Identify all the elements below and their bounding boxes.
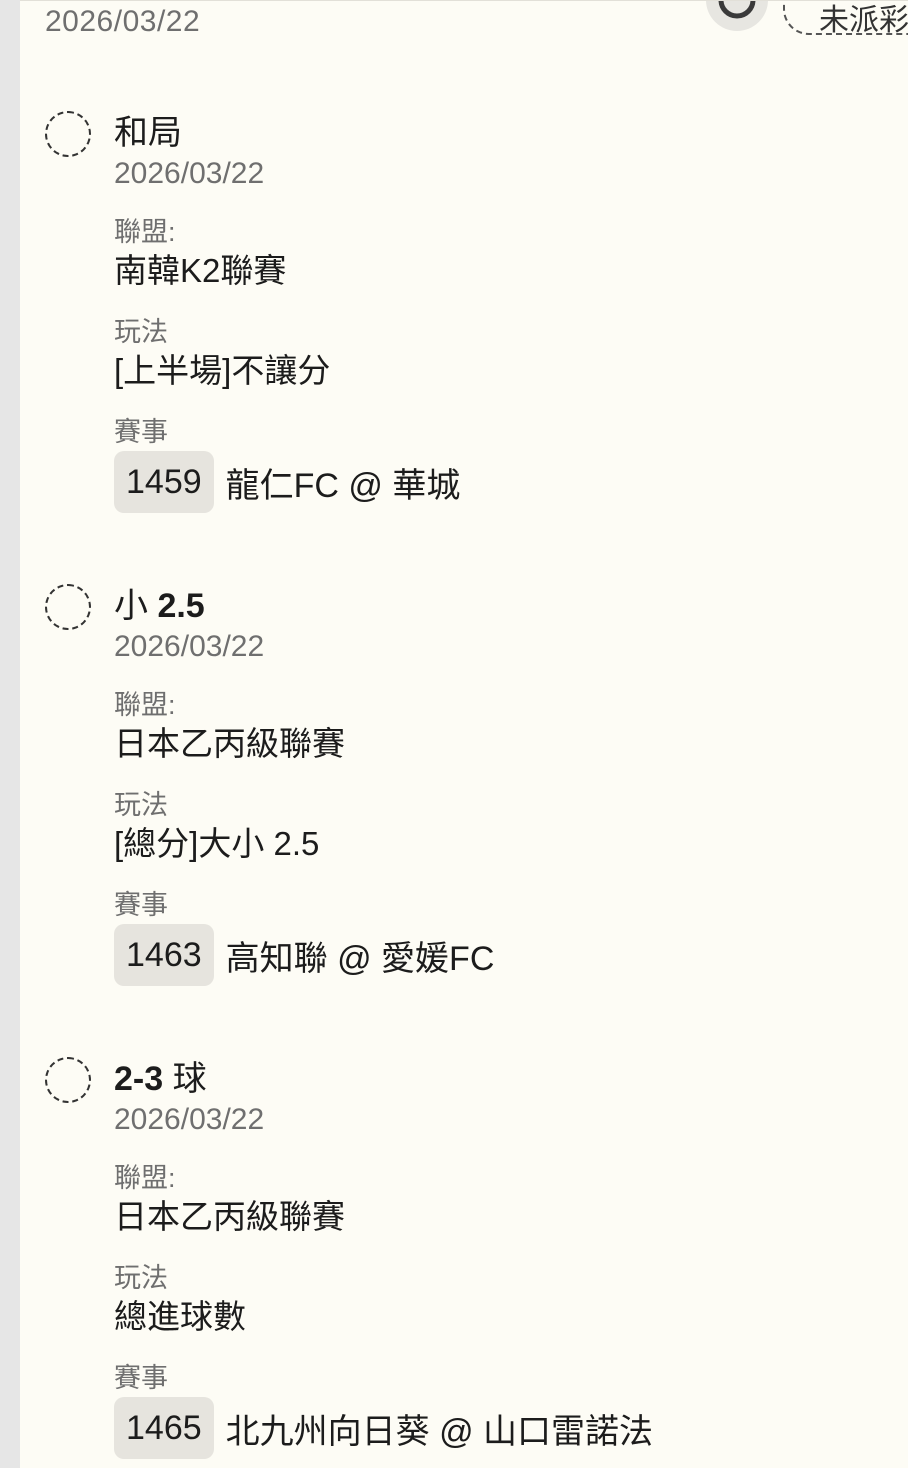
league-label: 聯盟: bbox=[114, 690, 176, 720]
select-radio[interactable] bbox=[45, 1057, 91, 1103]
select-radio[interactable] bbox=[45, 111, 91, 157]
bet-entry: 和局 2026/03/22 聯盟: 南韓K2聯賽 玩法 [上半場]不讓分 賽事 … bbox=[20, 111, 908, 581]
selection-text: 球 bbox=[163, 1060, 207, 1098]
selection-text: 小 bbox=[114, 587, 158, 625]
bet-entry: 小 2.5 2026/03/22 聯盟: 日本乙丙級聯賽 玩法 [總分]大小 2… bbox=[20, 584, 908, 1054]
selection-number: 2.5 bbox=[157, 587, 205, 625]
match-label: 賽事 bbox=[114, 1363, 168, 1393]
refresh-button[interactable] bbox=[706, 1, 768, 31]
selection-text: 和局 bbox=[114, 114, 182, 152]
bet-entry-content: 和局 2026/03/22 聯盟: 南韓K2聯賽 玩法 [上半場]不讓分 賽事 … bbox=[114, 111, 460, 513]
play-value: [上半場]不讓分 bbox=[114, 352, 331, 389]
play-value: [總分]大小 2.5 bbox=[114, 825, 320, 862]
bet-entry: 2-3 球 2026/03/22 聯盟: 日本乙丙級聯賽 玩法 總進球數 賽事 … bbox=[20, 1057, 908, 1468]
play-label: 玩法 bbox=[114, 317, 168, 347]
league-value: 南韓K2聯賽 bbox=[114, 252, 287, 289]
bet-history-page: 2026/03/22 未派彩 和局 2026/03/22 聯盟: 南韓K2聯賽 … bbox=[20, 0, 908, 1468]
match-name: 高知聯 @ 愛媛FC bbox=[225, 939, 495, 978]
bet-selection: 和局 bbox=[114, 111, 460, 155]
league-value: 日本乙丙級聯賽 bbox=[114, 1198, 345, 1235]
play-label: 玩法 bbox=[114, 1263, 168, 1293]
play-label: 玩法 bbox=[114, 790, 168, 820]
league-label: 聯盟: bbox=[114, 1163, 176, 1193]
bet-entry-content: 小 2.5 2026/03/22 聯盟: 日本乙丙級聯賽 玩法 [總分]大小 2… bbox=[114, 584, 494, 986]
previous-entry-date: 2026/03/22 bbox=[45, 5, 201, 38]
status-filter-pill[interactable]: 未派彩 bbox=[783, 1, 908, 37]
match-label: 賽事 bbox=[114, 417, 168, 447]
select-radio[interactable] bbox=[45, 584, 91, 630]
match-row: 1465 北九州向日葵 @ 山口雷諾法 bbox=[114, 1397, 653, 1459]
league-label: 聯盟: bbox=[114, 217, 176, 247]
refresh-icon bbox=[718, 1, 756, 19]
bet-selection: 小 2.5 bbox=[114, 584, 494, 628]
bet-date: 2026/03/22 bbox=[114, 1103, 265, 1136]
match-row: 1463 高知聯 @ 愛媛FC bbox=[114, 924, 494, 986]
selection-number: 2-3 bbox=[114, 1060, 164, 1098]
match-name: 北九州向日葵 @ 山口雷諾法 bbox=[225, 1412, 654, 1451]
bet-date: 2026/03/22 bbox=[114, 630, 265, 663]
match-name: 龍仁FC @ 華城 bbox=[225, 466, 461, 505]
match-id-badge: 1459 bbox=[114, 451, 214, 513]
league-value: 日本乙丙級聯賽 bbox=[114, 725, 345, 762]
bet-selection: 2-3 球 bbox=[114, 1057, 653, 1101]
match-id-badge: 1463 bbox=[114, 924, 214, 986]
match-id-badge: 1465 bbox=[114, 1397, 214, 1459]
play-value: 總進球數 bbox=[114, 1298, 246, 1335]
match-row: 1459 龍仁FC @ 華城 bbox=[114, 451, 460, 513]
bet-entry-content: 2-3 球 2026/03/22 聯盟: 日本乙丙級聯賽 玩法 總進球數 賽事 … bbox=[114, 1057, 653, 1459]
match-label: 賽事 bbox=[114, 890, 168, 920]
bet-date: 2026/03/22 bbox=[114, 157, 265, 190]
